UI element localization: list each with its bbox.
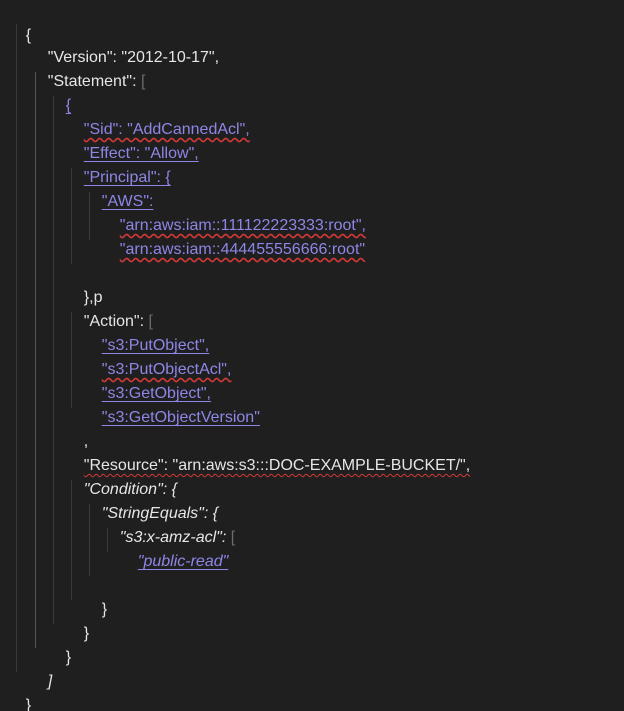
code-line[interactable]: "public-read" [120,526,229,570]
code-line[interactable]: "s3:GetObject", [84,358,211,402]
indent-guide [16,24,17,672]
code-line[interactable]: } [8,670,31,711]
string-equals-close: } [101,601,108,618]
code-line[interactable]: , [66,406,88,450]
code-line[interactable]: "s3:PutObjectAcl", [84,334,232,378]
code-line[interactable]: { [48,70,71,114]
code-line[interactable]: "s3:GetObjectVersion" [84,382,260,426]
code-line[interactable]: "Resource": "arn:aws:s3:::DOC-EXAMPLE-BU… [66,430,470,474]
statement-close-bracket: ] [47,673,53,690]
code-line[interactable]: "AWS": [84,166,154,210]
statement-open-bracket: [ [140,73,146,90]
code-line[interactable]: "s3:x-amz-acl": [ [102,502,235,546]
statement-close-brace: } [65,649,72,666]
acl-open-bracket: [ [230,529,236,546]
close-brace: } [25,697,32,711]
code-line[interactable]: "arn:aws:iam::111122223333:root", [102,190,366,234]
code-line[interactable]: "Version": "2012-10-17", [30,22,219,66]
principal-arn-2: "arn:aws:iam::444455556666:root" [119,241,366,258]
code-editor[interactable]: { "Version": "2012-10-17", "Statement": … [0,0,624,711]
code-line[interactable]: "arn:aws:iam::444455556666:root" [102,214,365,258]
code-line[interactable]: } [84,574,107,618]
condition-close: } [83,625,90,642]
code-line[interactable]: } [48,622,71,666]
code-line[interactable]: "Sid": "AddCannedAcl", [66,94,250,138]
code-line[interactable]: "Statement": [ [30,46,146,90]
code-line[interactable]: "Effect": "Allow", [66,118,199,162]
indent-guide [53,96,54,624]
code-line[interactable]: { [8,0,31,44]
code-line[interactable]: "s3:PutObject", [84,310,209,354]
code-line[interactable]: "Action": [ [66,286,153,330]
code-line[interactable]: "StringEquals": { [84,478,218,522]
action-item: "s3:GetObjectVersion" [101,409,260,426]
code-line[interactable]: } [66,598,89,642]
code-line[interactable]: },p [66,262,103,306]
acl-value: "public-read" [137,553,229,570]
indent-guide [35,72,36,648]
code-line[interactable]: "Condition": { [66,454,177,498]
code-line[interactable]: ] [30,646,52,690]
code-line[interactable]: "Principal": { [66,142,171,186]
